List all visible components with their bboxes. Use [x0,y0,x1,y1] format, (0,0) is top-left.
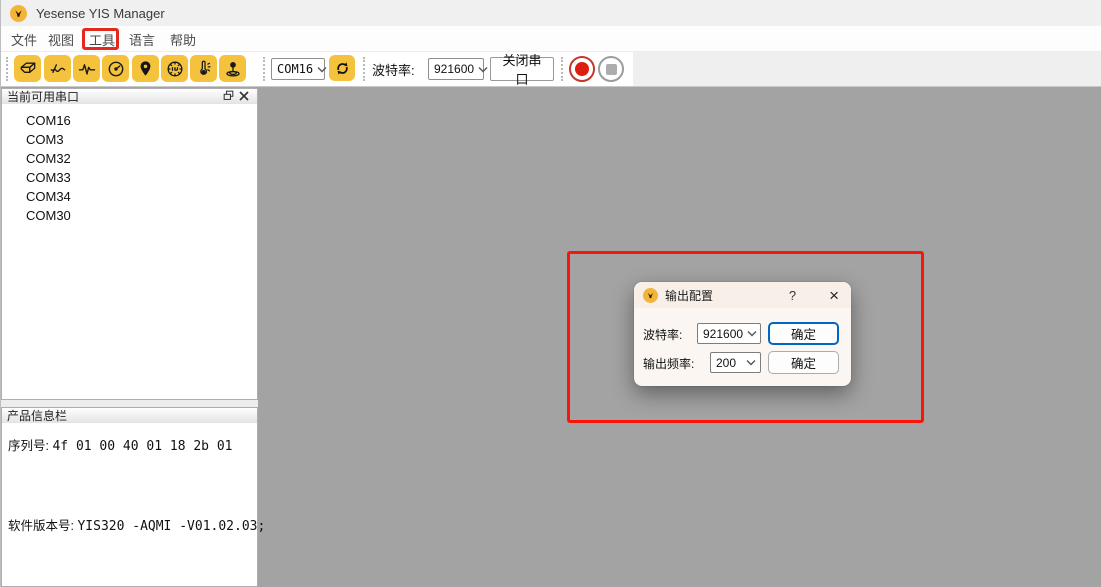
baud-rate-label: 波特率: [372,60,415,79]
location-pin-icon [136,59,155,78]
utc-clock-icon [165,59,185,79]
title-bar: Yesense YIS Manager [1,0,1101,26]
menu-bar: 文件 视图 工具 语言 帮助 [1,26,1101,52]
toolbar-grip[interactable] [561,57,565,81]
menu-file[interactable]: 文件 [7,29,41,49]
chevron-down-icon [317,66,327,73]
output-rate-confirm-button[interactable]: 确定 [768,351,839,374]
dialog-title-bar[interactable]: 输出配置 ? × [634,282,851,308]
ports-list: COM16 COM3 COM32 COM33 COM34 COM30 [1,104,258,400]
port-list-item[interactable]: COM3 [2,130,257,149]
software-version-row: 软件版本号: YIS320 -AQMI -V01.02.03; [8,515,265,534]
cube-3d-icon [18,59,38,79]
dialog-close-button[interactable]: × [829,287,839,304]
close-panel-button[interactable] [236,90,252,104]
dialog-output-rate-value: 200 [716,356,736,370]
toolbar-grip[interactable] [6,57,10,81]
annotation-box-tools-menu [82,28,119,50]
baud-rate-value: 921600 [434,62,474,76]
panel-splitter[interactable] [1,400,258,407]
port-list-item[interactable]: COM33 [2,168,257,187]
angle-waveform-button[interactable] [44,55,71,82]
dialog-output-rate-select[interactable]: 200 [710,352,761,373]
ports-panel-title: 当前可用串口 [7,88,79,105]
port-select-value: COM16 [277,62,313,76]
utc-clock-button[interactable] [161,55,188,82]
chevron-down-icon [478,66,488,73]
menu-view[interactable]: 视图 [44,29,78,49]
chevron-down-icon [747,330,757,337]
stop-icon [606,64,617,75]
pulse-waveform-button[interactable] [73,55,100,82]
baud-rate-select[interactable]: 921600 [428,58,484,80]
gauge-icon [106,59,126,79]
toolbar-grip[interactable] [363,57,367,81]
dialog-output-rate-label: 输出频率: [643,355,694,372]
gauge-button[interactable] [102,55,129,82]
ports-panel-header: 当前可用串口 [1,88,258,105]
port-list-item[interactable]: COM16 [2,111,257,130]
float-window-icon [223,89,234,104]
record-button[interactable] [569,56,595,82]
location-button[interactable] [132,55,159,82]
output-config-dialog: 输出配置 ? × 波特率: 921600 确定 输出频率: 200 确定 [634,282,851,386]
chevron-down-icon [746,359,756,366]
dialog-title: 输出配置 [665,287,789,304]
plumb-level-button[interactable] [219,55,246,82]
stop-button[interactable] [598,56,624,82]
toolbar: COM16 波特率: 921600 关闭串口 [1,52,1101,87]
app-window: Yesense YIS Manager 文件 视图 工具 语言 帮助 [0,0,1101,587]
product-panel-title: 产品信息栏 [7,407,67,424]
close-serial-port-button[interactable]: 关闭串口 [490,57,554,81]
product-panel-header: 产品信息栏 [1,407,258,424]
thermometer-button[interactable] [190,55,217,82]
yesense-logo-icon [643,288,658,303]
dialog-help-button[interactable]: ? [789,288,796,303]
dialog-baud-label: 波特率: [643,326,682,343]
yesense-logo-icon [10,5,27,22]
thermometer-icon [194,59,213,78]
port-list-item[interactable]: COM34 [2,187,257,206]
port-list-item[interactable]: COM32 [2,149,257,168]
angle-waveform-icon [48,59,68,79]
software-version-value: YIS320 -AQMI -V01.02.03; [77,519,265,534]
output-rate-row: 输出频率: 200 确定 [634,351,851,374]
port-select[interactable]: COM16 [271,58,325,80]
baud-confirm-button[interactable]: 确定 [768,322,839,345]
menu-help[interactable]: 帮助 [166,29,200,49]
close-icon [239,89,249,104]
serial-number-label: 序列号: [8,439,49,453]
plumb-level-icon [223,59,243,79]
window-title: Yesense YIS Manager [36,6,165,21]
refresh-ports-button[interactable] [329,55,355,81]
menu-language[interactable]: 语言 [125,29,159,49]
float-panel-button[interactable] [220,90,236,104]
dialog-baud-value: 921600 [703,327,743,341]
refresh-icon [334,60,351,77]
record-icon [575,62,589,76]
port-list-item[interactable]: COM30 [2,206,257,225]
product-info-panel: 序列号: 4f 01 00 40 01 18 2b 01 软件版本号: YIS3… [1,423,258,587]
dialog-baud-select[interactable]: 921600 [697,323,761,344]
serial-number-row: 序列号: 4f 01 00 40 01 18 2b 01 [8,435,232,454]
serial-number-value: 4f 01 00 40 01 18 2b 01 [52,439,232,454]
software-version-label: 软件版本号: [8,519,74,533]
toolbar-grip[interactable] [263,57,267,81]
baud-rate-row: 波特率: 921600 确定 [634,322,851,345]
cube-3d-button[interactable] [14,55,41,82]
pulse-waveform-icon [77,59,97,79]
